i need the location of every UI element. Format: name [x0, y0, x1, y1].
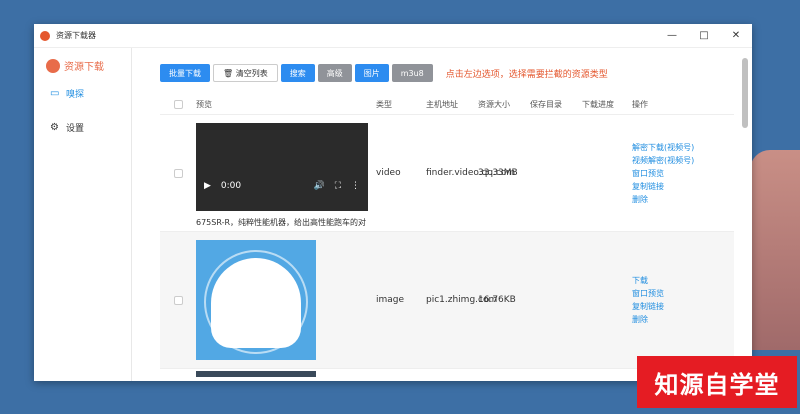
- app-window: 资源下载器 — □ ✕ 资源下载 ▭ 嗅探 ⚙ 设置 批量下载 🗑 清空列表 搜…: [34, 24, 752, 381]
- header-progress: 下载进度: [582, 99, 614, 109]
- header-preview: 预览: [196, 99, 212, 109]
- video-decrypt-link[interactable]: 视频解密(视频号): [632, 155, 712, 166]
- download-link[interactable]: 下载: [632, 275, 712, 286]
- size-cell: 16.76KB: [478, 295, 516, 305]
- window-preview-link[interactable]: 窗口预览: [632, 288, 712, 299]
- delete-link[interactable]: 删除: [632, 194, 712, 205]
- video-player[interactable]: ▶ 0:00 🔊 ⛶ ⋮: [196, 122, 368, 211]
- preview-cell: ▶ 0:00 🔊 ⛶ ⋮ 675SR-R，纯粹性能机器，给出高性能跑车的对: [196, 119, 376, 228]
- more-icon[interactable]: ⋮: [351, 181, 360, 191]
- host-cell: finder.video.qq.com: [426, 167, 516, 178]
- clear-list-label: 清空列表: [235, 68, 268, 78]
- copy-link[interactable]: 复制链接: [632, 181, 712, 192]
- video-controls: ▶ 0:00 🔊 ⛶ ⋮: [204, 181, 360, 191]
- video-caption: 675SR-R，纯粹性能机器，给出高性能跑车的对: [196, 217, 367, 227]
- sidebar-logo: 资源下载: [34, 48, 131, 73]
- type-cell: image: [376, 295, 405, 305]
- table-row: image pic1.zhimg.com 16.76KB 下载 窗口预览 复制链…: [160, 231, 734, 368]
- batch-download-button[interactable]: 批量下载: [160, 64, 210, 82]
- logo-text: 资源下载: [64, 62, 104, 73]
- fullscreen-icon[interactable]: ⛶: [335, 181, 341, 191]
- search-button[interactable]: 搜索: [280, 64, 315, 82]
- image-filter-button[interactable]: 图片: [354, 64, 389, 82]
- clear-list-button[interactable]: 🗑 清空列表: [213, 64, 278, 82]
- filter-hint: 点击左边选项，选择需要拦截的资源类型: [445, 69, 608, 80]
- select-all-checkbox[interactable]: [173, 99, 183, 109]
- scrollbar[interactable]: [742, 58, 748, 128]
- header-actions: 操作: [632, 99, 648, 109]
- titlebar: 资源下载器 — □ ✕: [34, 24, 752, 48]
- header-save-dir: 保存目录: [530, 99, 562, 109]
- close-icon[interactable]: ✕: [720, 30, 752, 41]
- actions-cell: 下载 窗口预览 复制链接 删除: [632, 275, 712, 325]
- preview-cell: [196, 240, 376, 360]
- play-icon[interactable]: ▶: [204, 181, 211, 191]
- app-logo-icon: [40, 30, 50, 41]
- volume-icon[interactable]: 🔊: [313, 181, 324, 191]
- table-header: 预览 类型 主机地址 资源大小 保存目录 下载进度 操作: [160, 94, 734, 114]
- host-cell: pic1.zhimg.com: [426, 294, 498, 305]
- hd-button[interactable]: 高级: [317, 64, 352, 82]
- video-time: 0:00: [220, 180, 242, 191]
- m3u8-filter-button[interactable]: m3u8: [391, 64, 433, 82]
- next-preview-thumbnail: [196, 370, 316, 377]
- watermark-logo: 知源自学堂: [637, 356, 797, 408]
- desktop-background-decoration: [750, 150, 800, 350]
- type-cell: video: [376, 168, 401, 178]
- image-thumbnail: [196, 240, 316, 360]
- sidebar-item-settings[interactable]: ⚙ 设置: [34, 119, 131, 135]
- sidebar-item-label: 嗅探: [66, 89, 85, 100]
- decrypt-download-link[interactable]: 解密下载(视频号): [632, 142, 712, 153]
- header-size: 资源大小: [478, 99, 510, 109]
- window-preview-link[interactable]: 窗口预览: [632, 168, 712, 179]
- actions-cell: 解密下载(视频号) 视频解密(视频号) 窗口预览 复制链接 删除: [632, 142, 712, 205]
- monitor-icon: ▭: [50, 87, 60, 99]
- trash-icon: 🗑: [223, 68, 236, 78]
- window-title: 资源下载器: [56, 31, 96, 40]
- delete-link[interactable]: 删除: [632, 314, 712, 325]
- brand-icon: [46, 58, 60, 73]
- sidebar: 资源下载 ▭ 嗅探 ⚙ 设置: [34, 48, 132, 381]
- table-row: ▶ 0:00 🔊 ⛶ ⋮ 675SR-R，纯粹性能机器，给出高性能跑车的对 vi…: [160, 114, 734, 231]
- gear-icon: ⚙: [50, 121, 59, 133]
- window-controls: — □ ✕: [656, 30, 752, 41]
- minimize-icon[interactable]: —: [656, 30, 688, 41]
- header-host: 主机地址: [426, 99, 458, 109]
- sidebar-item-sniff[interactable]: ▭ 嗅探: [34, 85, 131, 101]
- maximize-icon[interactable]: □: [688, 30, 720, 41]
- toolbar: 批量下载 🗑 清空列表 搜索 高级 图片 m3u8 点击左边选项，选择需要拦截的…: [160, 64, 734, 82]
- mascot-face: [211, 258, 301, 348]
- copy-link[interactable]: 复制链接: [632, 301, 712, 312]
- row-checkbox[interactable]: [173, 168, 183, 178]
- size-cell: 33.33MB: [478, 168, 518, 178]
- sidebar-item-label: 设置: [66, 123, 85, 134]
- row-checkbox[interactable]: [173, 295, 183, 305]
- header-type: 类型: [376, 99, 392, 109]
- main-content: 批量下载 🗑 清空列表 搜索 高级 图片 m3u8 点击左边选项，选择需要拦截的…: [160, 48, 734, 381]
